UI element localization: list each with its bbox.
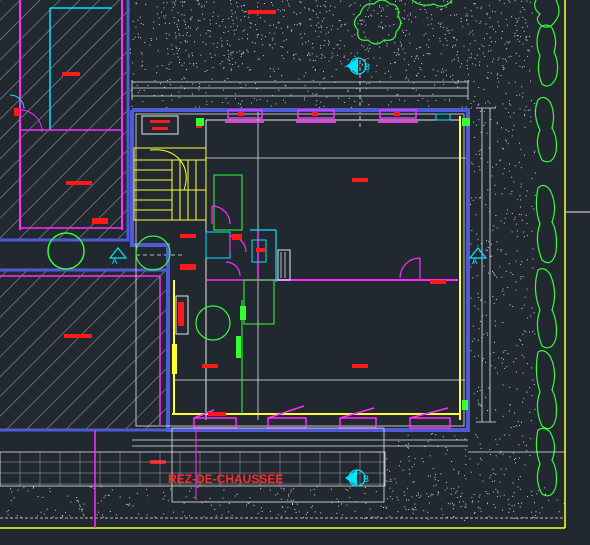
section-label-b-top: B <box>364 62 370 72</box>
floor-title: REZ-DE-CHAUSSÉE <box>168 471 283 486</box>
section-label-a-right: A <box>472 257 478 266</box>
cad-floor-plan: B B A A REZ-DE-CHAUSSÉE <box>0 0 590 545</box>
section-label-b-bottom: B <box>363 474 369 484</box>
section-label-a-left: A <box>112 257 118 266</box>
